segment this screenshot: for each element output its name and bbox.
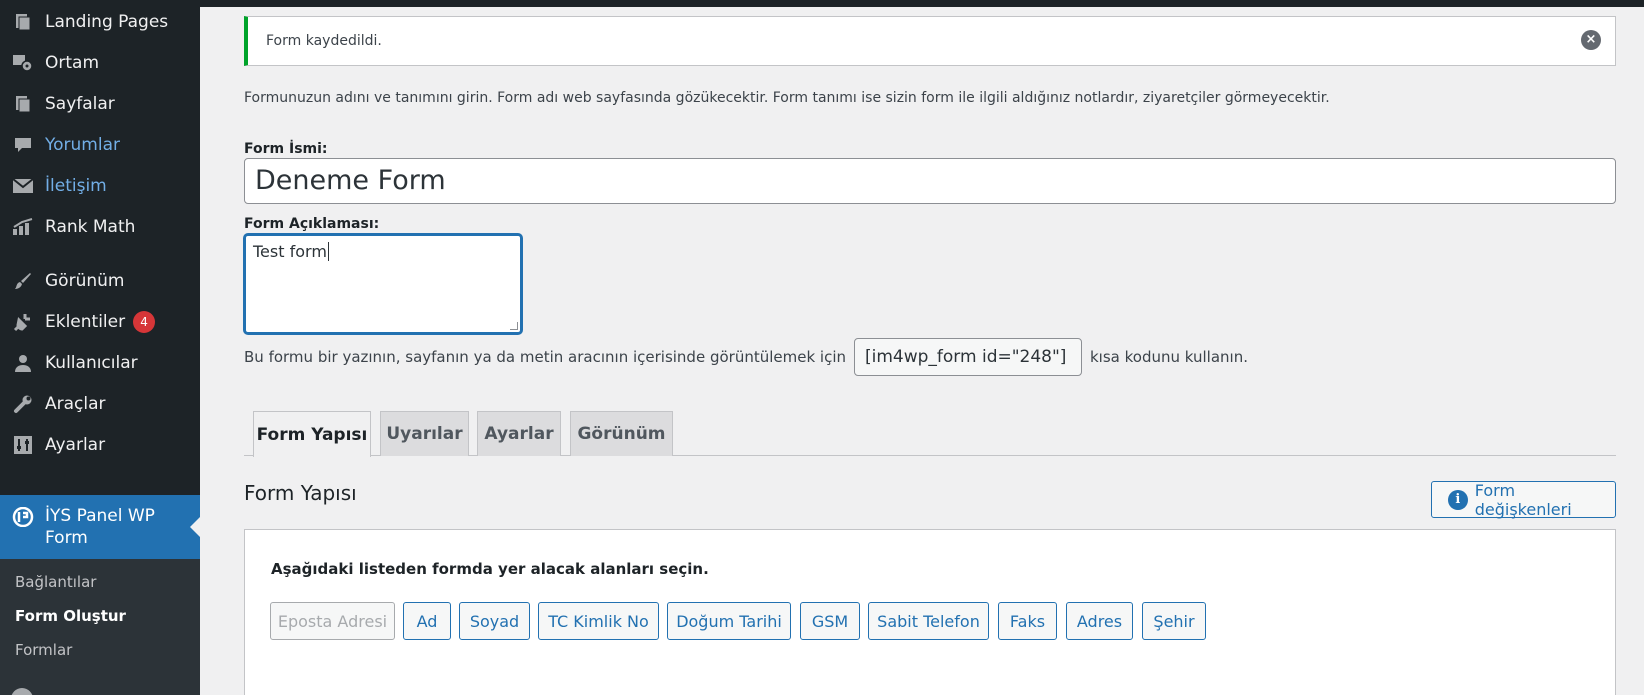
tab-settings[interactable]: Ayarlar [477, 411, 561, 456]
sidebar-item-settings[interactable]: Ayarlar [0, 425, 200, 465]
tools-wrench-icon [11, 392, 35, 416]
admin-top-bar [0, 0, 1644, 7]
settings-sliders-icon [11, 433, 35, 457]
sidebar-item-pages[interactable]: Sayfalar [0, 84, 200, 124]
sidebar-item-iys-panel-wp-form[interactable]: İYS Panel WP Form [0, 495, 200, 559]
field-button-address[interactable]: Adres [1066, 602, 1133, 640]
shortcode-input[interactable]: [im4wp_form id="248"] [854, 338, 1082, 376]
panel-intro-text: Aşağıdaki listeden formda yer alacak ala… [271, 560, 709, 578]
field-button-birth-date[interactable]: Doğum Tarihi [667, 602, 791, 640]
submenu-item-connections[interactable]: Bağlantılar [15, 573, 96, 591]
notice-text: Form kaydedildi. [266, 33, 382, 49]
form-name-input[interactable]: Deneme Form [244, 158, 1616, 204]
dismiss-notice-icon[interactable]: × [1581, 30, 1601, 50]
text-cursor [327, 242, 329, 261]
sidebar-item-users[interactable]: Kullanıcılar [0, 343, 200, 383]
sidebar-submenu: Bağlantılar Form Oluştur Formlar [0, 559, 200, 695]
field-button-first-name[interactable]: Ad [403, 602, 451, 640]
field-button-tc-id[interactable]: TC Kimlik No [538, 602, 659, 640]
users-icon [11, 351, 35, 375]
field-button-gsm[interactable]: GSM [800, 602, 860, 640]
form-variables-button[interactable]: i Form değişkenleri [1431, 480, 1616, 519]
success-notice: Form kaydedildi. × [244, 16, 1616, 66]
iys-panel-icon [11, 505, 35, 529]
tab-form-structure[interactable]: Form Yapısı [253, 411, 371, 457]
sidebar-item-landing-pages[interactable]: Landing Pages [0, 2, 200, 42]
shortcode-after-text: kısa kodunu kullanın. [1090, 348, 1248, 366]
section-title: Form Yapısı [244, 481, 357, 505]
form-intro-text: Formunuzun adını ve tanımını girin. Form… [244, 90, 1330, 106]
form-description-label: Form Açıklaması: [244, 216, 380, 232]
comments-icon [11, 133, 35, 157]
form-description-value: Test form [253, 242, 327, 261]
current-menu-arrow [190, 517, 200, 537]
field-button-last-name[interactable]: Soyad [459, 602, 530, 640]
submenu-item-forms[interactable]: Formlar [15, 641, 72, 659]
sidebar-item-plugins[interactable]: Eklentiler 4 [0, 302, 200, 342]
field-button-city[interactable]: Şehir [1142, 602, 1206, 640]
sidebar-item-contact[interactable]: İletişim [0, 166, 200, 206]
sidebar-item-media[interactable]: Ortam [0, 43, 200, 83]
sidebar-item-comments[interactable]: Yorumlar [0, 125, 200, 165]
mail-icon [11, 174, 35, 198]
form-description-textarea[interactable]: Test form [244, 234, 522, 334]
field-button-email[interactable]: Eposta Adresi [270, 602, 395, 640]
shortcode-row: Bu formu bir yazının, sayfanın ya da met… [244, 338, 1248, 376]
form-fields-panel: Aşağıdaki listeden formda yer alacak ala… [244, 529, 1616, 695]
shortcode-before-text: Bu formu bir yazının, sayfanın ya da met… [244, 348, 846, 366]
update-count-badge: 4 [133, 311, 156, 333]
rank-math-icon [11, 215, 35, 239]
resize-handle[interactable] [510, 322, 518, 330]
form-name-label: Form İsmi: [244, 141, 328, 157]
pages-icon [11, 92, 35, 116]
form-variables-label: Form değişkenleri [1474, 480, 1572, 519]
plugins-icon [11, 310, 35, 334]
submenu-item-create-form[interactable]: Form Oluştur [15, 607, 126, 625]
sidebar-item-rank-math[interactable]: Rank Math [0, 207, 200, 247]
tab-alerts[interactable]: Uyarılar [380, 411, 469, 456]
info-icon: i [1448, 489, 1468, 510]
media-icon [11, 51, 35, 75]
sidebar-item-tools[interactable]: Araçlar [0, 384, 200, 424]
admin-sidebar: Landing Pages Ortam Sayfalar Yorumlar İl… [0, 0, 200, 695]
field-button-fax[interactable]: Faks [998, 602, 1057, 640]
sidebar-item-label: Eklentiler 4 [45, 311, 156, 333]
field-button-landline[interactable]: Sabit Telefon [868, 602, 989, 640]
tab-appearance[interactable]: Görünüm [570, 411, 673, 456]
pages-icon [11, 10, 35, 34]
appearance-brush-icon [11, 269, 35, 293]
sidebar-item-appearance[interactable]: Görünüm [0, 261, 200, 301]
